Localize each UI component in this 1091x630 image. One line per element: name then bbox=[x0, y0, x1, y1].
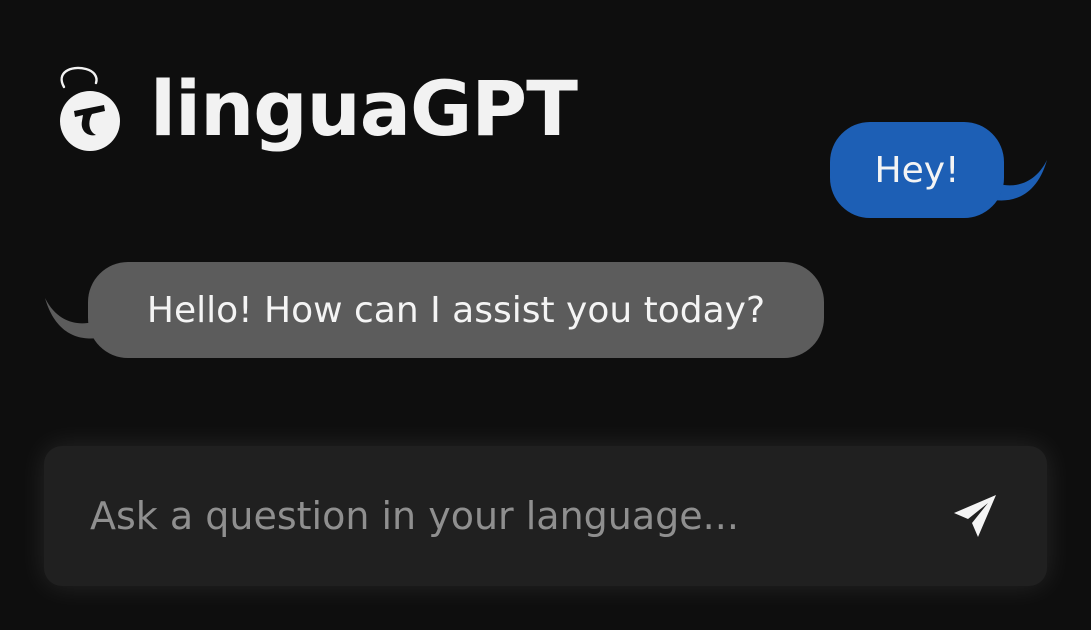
question-input[interactable] bbox=[88, 485, 943, 547]
assistant-message-text: Hello! How can I assist you today? bbox=[146, 289, 766, 331]
message-composer bbox=[44, 446, 1047, 586]
user-message-bubble: Hey! bbox=[830, 122, 1004, 218]
linguagpt-logo-icon bbox=[60, 66, 120, 151]
send-button[interactable] bbox=[943, 484, 1007, 548]
user-message-text: Hey! bbox=[874, 149, 960, 191]
send-paper-plane-icon bbox=[954, 495, 996, 537]
chat-app: linguaGPT Hey! Hello! How can I assist y… bbox=[0, 0, 1091, 630]
app-header: linguaGPT bbox=[52, 58, 578, 158]
assistant-message-bubble: Hello! How can I assist you today? bbox=[88, 262, 824, 358]
app-title: linguaGPT bbox=[150, 64, 578, 153]
